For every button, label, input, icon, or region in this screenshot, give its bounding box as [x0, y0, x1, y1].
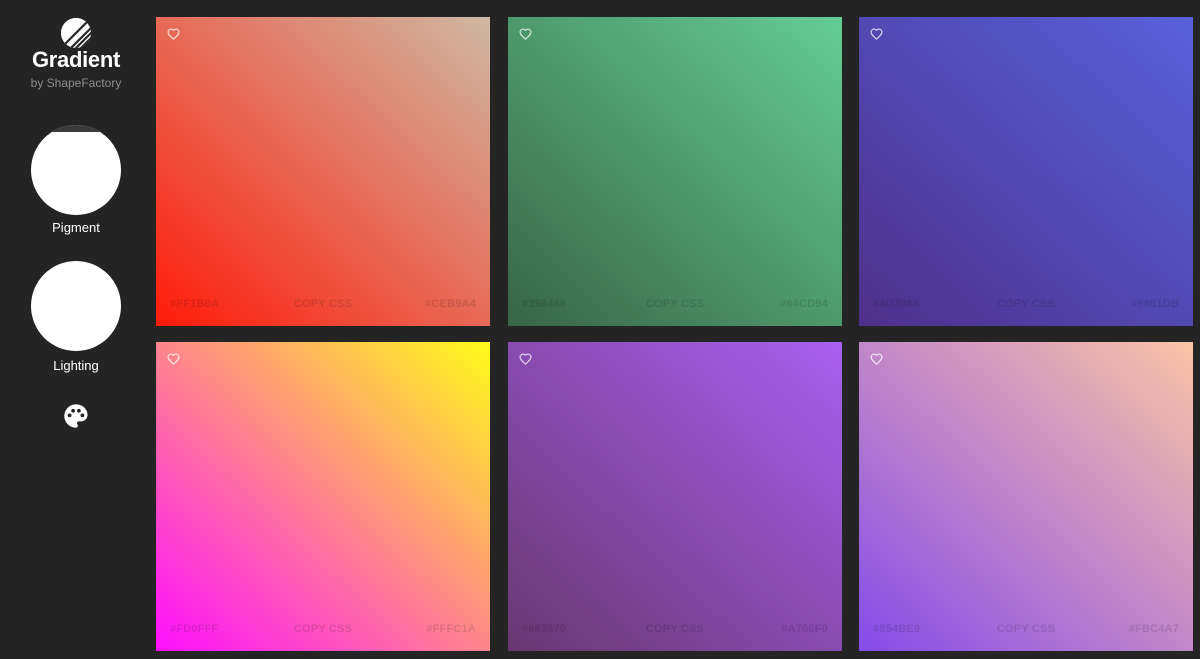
gradient-card[interactable]: #683870 COPY CSS #A760F0: [508, 342, 842, 651]
end-color-hex[interactable]: #5861DB: [1131, 298, 1179, 310]
gradient-card[interactable]: #4D308A COPY CSS #5861DB: [859, 17, 1193, 326]
mode-lighting-label[interactable]: Lighting: [0, 358, 152, 373]
pigment-circle-icon[interactable]: [31, 125, 121, 215]
heart-icon[interactable]: [519, 28, 532, 40]
logo-icon[interactable]: [61, 18, 91, 48]
heart-icon[interactable]: [519, 353, 532, 365]
gradient-card[interactable]: #FD0FFF COPY CSS #FFFC1A: [156, 342, 490, 651]
heart-icon[interactable]: [167, 353, 180, 365]
heart-icon[interactable]: [167, 28, 180, 40]
end-color-hex[interactable]: #FBC4A7: [1129, 623, 1179, 635]
card-footer: #FF1B0A COPY CSS #CEB9A4: [156, 298, 490, 312]
heart-icon[interactable]: [870, 353, 883, 365]
mode-lighting-button[interactable]: Lighting: [0, 261, 152, 373]
gradient-card[interactable]: #854BE9 COPY CSS #FBC4A7: [859, 342, 1193, 651]
mode-pigment-label[interactable]: Pigment: [0, 220, 152, 235]
card-footer: #396448 COPY CSS #64CD94: [508, 298, 842, 312]
palette-icon[interactable]: [62, 402, 90, 430]
copy-css-label[interactable]: COPY CSS: [997, 623, 1055, 635]
gradient-card[interactable]: #FF1B0A COPY CSS #CEB9A4: [156, 17, 490, 326]
sidebar: Gradient by ShapeFactory Pigment Lightin…: [0, 0, 152, 659]
copy-css-label[interactable]: COPY CSS: [294, 298, 352, 310]
lighting-circle-icon[interactable]: [31, 261, 121, 351]
end-color-hex[interactable]: #FFFC1A: [426, 623, 476, 635]
card-footer: #4D308A COPY CSS #5861DB: [859, 298, 1193, 312]
brand-title: Gradient: [31, 47, 121, 72]
gradient-card[interactable]: #396448 COPY CSS #64CD94: [508, 17, 842, 326]
copy-css-label[interactable]: COPY CSS: [997, 298, 1055, 310]
copy-css-label[interactable]: COPY CSS: [294, 623, 352, 635]
end-color-hex[interactable]: #64CD94: [780, 298, 828, 310]
copy-css-label[interactable]: COPY CSS: [646, 298, 704, 310]
copy-css-label[interactable]: COPY CSS: [646, 623, 704, 635]
end-color-hex[interactable]: #CEB9A4: [425, 298, 476, 310]
card-footer: #854BE9 COPY CSS #FBC4A7: [859, 623, 1193, 637]
card-footer: #683870 COPY CSS #A760F0: [508, 623, 842, 637]
brand-subtitle: by ShapeFactory: [30, 76, 122, 90]
heart-icon[interactable]: [870, 28, 883, 40]
card-footer: #FD0FFF COPY CSS #FFFC1A: [156, 623, 490, 637]
mode-pigment-button[interactable]: Pigment: [0, 125, 152, 237]
end-color-hex[interactable]: #A760F0: [781, 623, 828, 635]
